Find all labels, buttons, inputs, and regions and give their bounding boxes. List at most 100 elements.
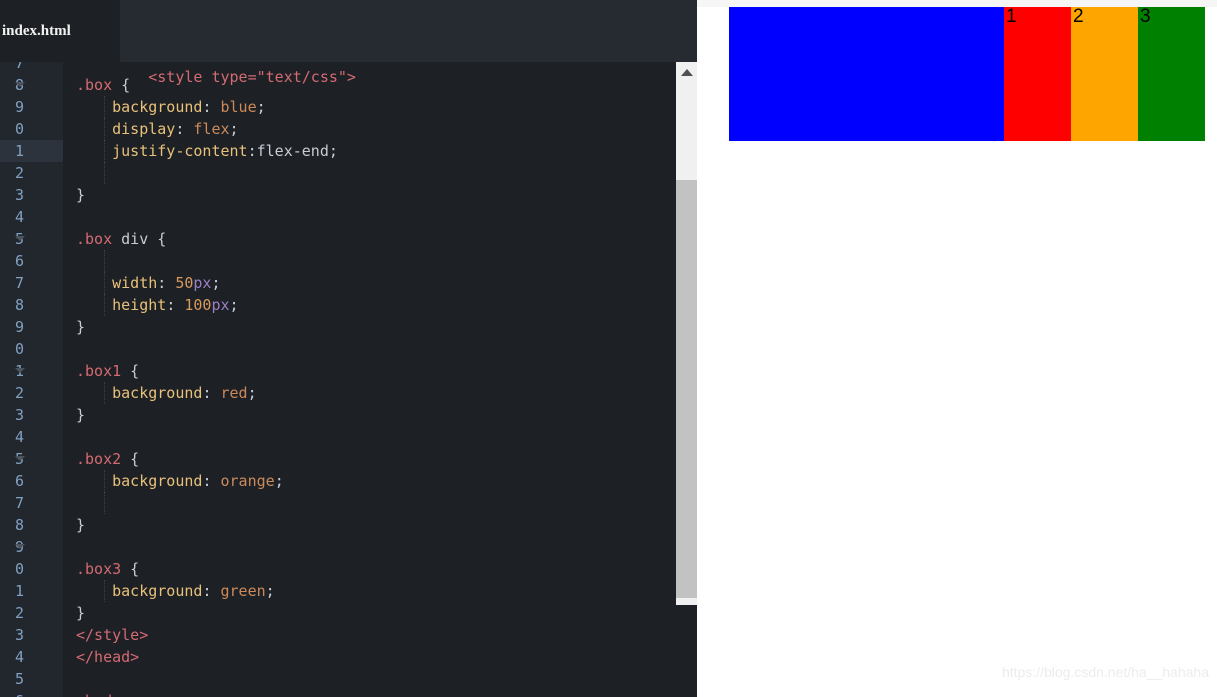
code-line[interactable]: height: 100px; (63, 294, 683, 316)
code-token: } (76, 604, 86, 622)
code-line[interactable]: justify-content:flex-end; (63, 140, 683, 162)
code-line[interactable]: </head> (63, 646, 683, 668)
code-line[interactable]: } (63, 404, 683, 426)
code-token: : (157, 274, 176, 292)
line-number: 5 (14, 670, 24, 688)
code-line[interactable]: background: orange; (63, 470, 683, 492)
code-line[interactable]: </style> (63, 624, 683, 646)
code-token: : (202, 472, 221, 490)
line-number-row: 1 (0, 360, 63, 382)
code-token: } (76, 406, 86, 424)
line-number: 7 (14, 62, 24, 72)
line-number-row: 6 (0, 250, 63, 272)
line-number-row: 9 (0, 536, 63, 558)
scrollbar-thumb[interactable] (676, 180, 697, 598)
preview-box-2: 2 (1071, 6, 1138, 141)
line-number: 2 (14, 604, 24, 622)
code-line[interactable]: width: 50px; (63, 272, 683, 294)
code-line[interactable]: .box div { (63, 228, 683, 250)
code-line[interactable]: .box2 { (63, 448, 683, 470)
indent-guide (104, 162, 105, 184)
line-number-row: 3 (0, 184, 63, 206)
line-number-row: 4 (0, 426, 63, 448)
line-number-row: 9 (0, 316, 63, 338)
editor-scrollbar[interactable] (676, 62, 697, 605)
indent-guide (104, 492, 105, 514)
code-token: .box (76, 76, 113, 94)
line-number-row: 1 (0, 140, 63, 162)
indent-guide (104, 272, 105, 294)
code-token: height (76, 296, 167, 314)
code-line[interactable]: display: flex; (63, 118, 683, 140)
code-line[interactable]: background: red; (63, 382, 683, 404)
chevron-down-icon[interactable] (15, 236, 25, 241)
code-token: } (76, 516, 86, 534)
code-line[interactable]: } (63, 602, 683, 624)
triangle-up-icon[interactable] (681, 69, 693, 76)
code-token: : (202, 582, 221, 600)
code-token: background (76, 472, 203, 490)
code-line[interactable] (63, 338, 683, 360)
chevron-down-icon[interactable] (15, 456, 25, 461)
indent-guide (104, 118, 105, 140)
code-area[interactable]: 789012345678901234567890123456 <style ty… (0, 62, 697, 697)
chevron-down-icon[interactable] (15, 544, 25, 549)
line-number-row: 0 (0, 118, 63, 140)
code-token: width (76, 274, 158, 292)
line-number: 8 (14, 516, 24, 534)
line-number-row: 9 (0, 96, 63, 118)
line-number-row: 0 (0, 558, 63, 580)
line-number: 3 (14, 186, 24, 204)
code-line[interactable] (63, 492, 683, 514)
line-number: 1 (14, 582, 24, 600)
line-number: 6 (14, 252, 24, 270)
code-line[interactable] (63, 206, 683, 228)
code-line[interactable]: <body> (63, 690, 683, 697)
code-token: : (202, 98, 221, 116)
line-number-row: 7 (0, 62, 63, 74)
code-line[interactable] (63, 536, 683, 558)
code-line[interactable] (63, 426, 683, 448)
line-number-row: 5 (0, 228, 63, 250)
code-token: <body> (76, 692, 130, 697)
line-number: 6 (15, 690, 24, 697)
code-token: ; (211, 274, 221, 292)
line-number: 8 (14, 296, 24, 314)
code-line[interactable]: } (63, 184, 683, 206)
code-token: { (121, 450, 140, 468)
code-line[interactable]: } (63, 316, 683, 338)
code-line[interactable]: background: green; (63, 580, 683, 602)
chevron-down-icon[interactable] (15, 368, 25, 373)
code-line[interactable]: .box { (63, 74, 683, 96)
indent-guide (104, 250, 105, 272)
line-number-row: 4 (0, 646, 63, 668)
chevron-down-icon[interactable] (15, 82, 25, 87)
line-number-row: 3 (0, 624, 63, 646)
code-token: .box1 (76, 362, 122, 380)
code-line[interactable] (63, 668, 683, 690)
line-number: 2 (14, 384, 24, 402)
flex-container-box: 123 (729, 6, 1205, 141)
line-number: 3 (14, 406, 24, 424)
line-number-row: 7 (0, 272, 63, 294)
code-line[interactable]: background: blue; (63, 96, 683, 118)
code-token: px (211, 296, 230, 314)
code-line[interactable]: } (63, 514, 683, 536)
tab-index-html[interactable]: index.html (0, 0, 120, 62)
code-line[interactable]: .box1 { (63, 360, 683, 382)
code-content[interactable]: .box { background: blue; display: flex; … (63, 62, 683, 697)
line-number-row: 1 (0, 580, 63, 602)
code-token: blue (220, 98, 257, 116)
line-number-row: 6 (0, 470, 63, 492)
code-line[interactable]: .box3 { (63, 558, 683, 580)
line-number-row: 5 (0, 448, 63, 470)
line-number: 6 (14, 472, 24, 490)
code-token: { (121, 362, 140, 380)
code-token: : (202, 384, 221, 402)
tab-label: index.html (2, 22, 71, 39)
line-number-row: 2 (0, 602, 63, 624)
code-token: </style> (76, 626, 149, 644)
code-line[interactable] (63, 162, 683, 184)
code-token: display (76, 120, 176, 138)
code-line[interactable] (63, 250, 683, 272)
